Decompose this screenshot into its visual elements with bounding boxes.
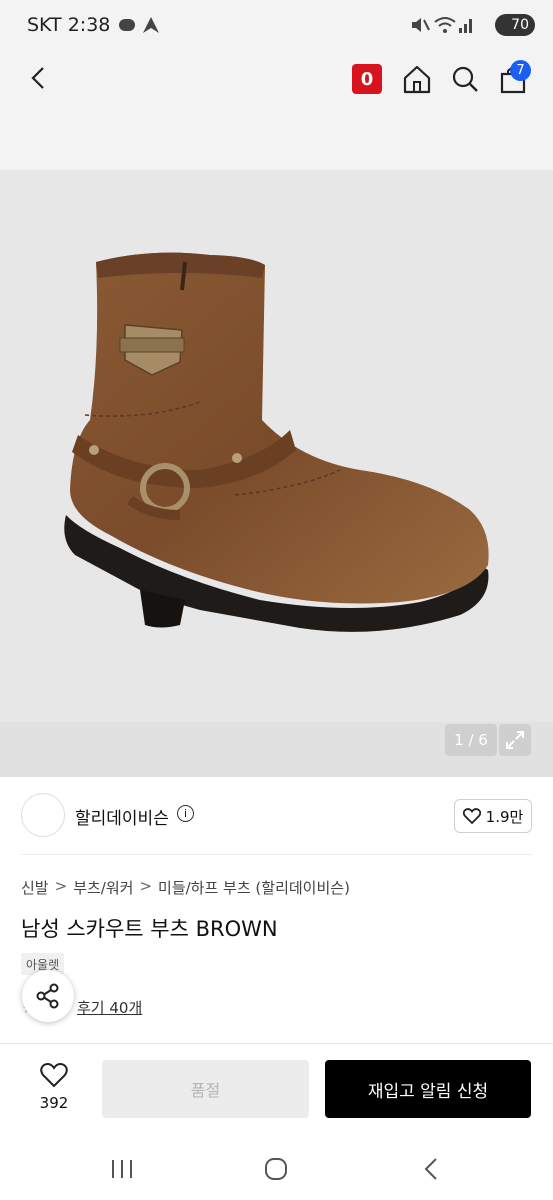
soldout-button: 품절 xyxy=(102,1060,309,1118)
heart-icon xyxy=(40,1063,68,1088)
coupon-badge[interactable]: 0 xyxy=(352,64,382,94)
info-icon[interactable]: i xyxy=(177,805,194,822)
search-button[interactable] xyxy=(448,62,482,96)
back-nav-icon[interactable] xyxy=(422,1157,440,1181)
breadcrumb-item[interactable]: 신발 xyxy=(21,877,49,898)
chevron-left-icon xyxy=(31,67,44,89)
signal-icon xyxy=(459,19,472,33)
share-icon xyxy=(36,983,59,1009)
chevron-right-icon: > xyxy=(54,877,68,895)
back-button[interactable] xyxy=(22,62,54,94)
search-icon xyxy=(452,66,478,92)
fullscreen-button[interactable] xyxy=(499,724,531,756)
wishlist-count: 392 xyxy=(39,1094,69,1112)
product-boot-image xyxy=(64,252,489,632)
divider xyxy=(21,854,532,855)
brand-logo[interactable] xyxy=(21,793,65,837)
share-button[interactable] xyxy=(22,970,74,1022)
home-icon xyxy=(403,65,431,94)
status-bar: SKT 2:38 70 xyxy=(0,0,553,50)
breadcrumb-item[interactable]: 부츠/워커 xyxy=(73,877,133,898)
bottom-bar-divider xyxy=(0,1043,553,1044)
cart-count-badge: 7 xyxy=(510,60,531,81)
mute-icon xyxy=(412,18,430,32)
breadcrumb: 신발 > 부츠/워커 > 미들/하프 부츠 (할리데이비슨) xyxy=(21,877,350,898)
brand-name[interactable]: 할리데이비슨 xyxy=(75,804,169,829)
brand-like-button[interactable]: 1.9만 xyxy=(454,799,532,833)
brand-row: 할리데이비슨 i 1.9만 xyxy=(0,777,553,855)
product-image-gallery[interactable] xyxy=(0,170,553,777)
review-link[interactable]: 후기 40개 xyxy=(77,997,142,1018)
image-pager: 1 / 6 xyxy=(445,724,497,756)
wishlist-button[interactable]: 392 xyxy=(29,1062,79,1112)
home-nav-icon[interactable] xyxy=(264,1157,288,1181)
chevron-right-icon: > xyxy=(139,877,153,895)
restock-alert-button[interactable]: 재입고 알림 신청 xyxy=(325,1060,531,1118)
breadcrumb-item[interactable]: 미들/하프 부츠 (할리데이비슨) xyxy=(158,877,350,898)
recent-apps-icon[interactable] xyxy=(110,1158,134,1180)
brand-like-count: 1.9만 xyxy=(485,807,524,826)
app-notification-icon xyxy=(119,19,135,31)
product-title: 남성 스카우트 부츠 BROWN xyxy=(21,917,278,941)
system-nav-bar xyxy=(0,1140,553,1200)
expand-icon xyxy=(506,731,524,749)
navigation-icon xyxy=(143,17,159,33)
wifi-icon xyxy=(434,17,456,33)
status-time: SKT 2:38 xyxy=(27,14,111,36)
home-button[interactable] xyxy=(400,62,434,96)
heart-icon xyxy=(462,808,481,824)
battery-indicator: 70 xyxy=(495,14,535,36)
